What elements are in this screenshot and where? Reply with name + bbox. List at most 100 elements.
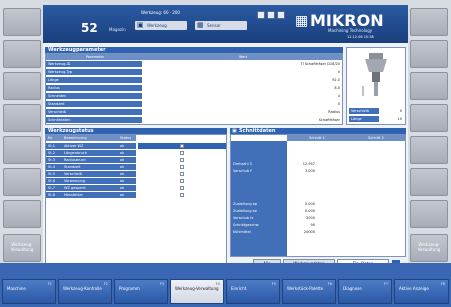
left-softkey-4[interactable]: [3, 104, 41, 132]
schnitt-value[interactable]: 90: [287, 222, 317, 228]
left-softkey-2[interactable]: [3, 40, 41, 68]
right-softkey-8-label: Werkzeug-Verwaltung: [417, 242, 441, 252]
fkey-maschine[interactable]: F1 Maschine: [2, 279, 56, 304]
werkzeugparameter-col-header: Parameter: [46, 54, 142, 60]
right-softkey-1[interactable]: [410, 8, 448, 36]
param-value[interactable]: 4: [142, 93, 342, 99]
fkey-number: F5: [271, 282, 276, 286]
tool-icon: ▣: [137, 21, 144, 29]
werkzeugstatus-table: Nr. Bezeichnung Status St.1 Aktiver WZ o…: [45, 134, 227, 265]
right-softkey-4[interactable]: [410, 104, 448, 132]
left-softkey-6[interactable]: [3, 168, 41, 196]
fkey-werkzeug-verwaltung[interactable]: F4 Werkzeug-Verwaltung: [170, 279, 224, 304]
schnitt-value[interactable]: 0.000: [287, 208, 317, 214]
schnitt-label: Kühlmittel: [231, 229, 287, 235]
close-button[interactable]: [277, 11, 285, 19]
left-softkey-5[interactable]: [3, 136, 41, 164]
toolbar-label-2: Sensor: [207, 23, 221, 28]
toolbar-box-1[interactable]: ▣ Werkzeug: [135, 21, 187, 30]
param-value[interactable]: 0: [142, 101, 342, 107]
param-value[interactable]: 0: [142, 69, 342, 75]
param-value[interactable]: 92.0: [142, 77, 342, 83]
fkey-number: F1: [47, 282, 52, 286]
status-checkbox[interactable]: [180, 179, 184, 183]
param-label: Schnittdaten: [46, 117, 142, 123]
status-row-name: Verschleiß: [62, 171, 118, 177]
fkey-number: F8: [440, 282, 445, 286]
mikron-logo-icon: ▦: [295, 13, 309, 29]
right-softkey-3[interactable]: [410, 72, 448, 100]
status-row-status: ok: [118, 164, 136, 170]
param-value[interactable]: 8.0: [142, 85, 342, 91]
schnitt-label: Schnittgeschw.: [231, 222, 287, 228]
schnitt-value[interactable]: 0.000: [287, 201, 317, 207]
right-softkey-5[interactable]: [410, 136, 448, 164]
status-row-nr: St.3: [46, 157, 62, 163]
fkey-label: Einricht.: [231, 286, 248, 291]
status-row-name: Vorwarnung: [62, 178, 118, 184]
schnitt-label: Zustellung ae: [231, 208, 287, 214]
status-row-name: Radiusbruch: [62, 157, 118, 163]
minimize-button[interactable]: [257, 11, 265, 19]
fkey-einricht[interactable]: F5 Einricht.: [226, 279, 280, 304]
right-softkey-2[interactable]: [410, 40, 448, 68]
fkey-werkstueck-palette[interactable]: F6 Werkstück-Palette: [282, 279, 336, 304]
header-title: Werkzeug: 60 · 200: [141, 10, 180, 15]
status-row-nr: St.7: [46, 185, 62, 191]
fkey-number: F2: [103, 282, 108, 286]
status-row-status: ok: [118, 192, 136, 198]
fkey-programm[interactable]: F3 Programm: [114, 279, 168, 304]
schnitt-value[interactable]: 20000: [287, 229, 317, 235]
status-row-status: ok: [118, 171, 136, 177]
right-softkey-6[interactable]: [410, 168, 448, 196]
extra-value-2[interactable]: 10: [379, 116, 404, 122]
status-checkbox[interactable]: [180, 151, 184, 155]
status-checkbox[interactable]: [180, 158, 184, 162]
fkey-werkzeug-kontrolle[interactable]: F2 Werkzeug-Kontrolle: [58, 279, 112, 304]
schnitt-value[interactable]: 12.957: [287, 161, 317, 167]
werkzeugparameter-col-header: Wert: [142, 54, 342, 60]
fkey-number: F6: [327, 282, 332, 286]
param-value[interactable]: Schaftfräser: [142, 117, 342, 123]
werkzeugparameter-table: Parameter Wert Werkzeug-ID TI Schaftfräs…: [45, 53, 343, 125]
param-value[interactable]: Radius: [142, 109, 342, 115]
schnittdaten-col-header: Schnitt 2: [345, 135, 405, 141]
left-softkey-2-label: [4, 41, 40, 49]
param-label: Standzeit: [46, 101, 142, 107]
magazine-number: 52: [81, 21, 98, 35]
status-checkbox[interactable]: [180, 193, 184, 197]
left-softkey-1[interactable]: [3, 8, 41, 36]
fkey-label: Diagnose: [343, 286, 362, 291]
extra-value-1[interactable]: 0: [379, 108, 404, 114]
left-softkey-3-label: [4, 73, 40, 81]
left-softkey-8[interactable]: Werkzeug-Verwaltung: [3, 234, 41, 262]
schnitt-label: Zustellung ap: [231, 201, 287, 207]
toolbar-label-1: Werkzeug: [147, 23, 167, 28]
right-softkey-3-label: [411, 73, 447, 81]
status-col-header: Status: [118, 135, 136, 141]
status-row-nr: St.4: [46, 164, 62, 170]
status-checkbox[interactable]: [180, 186, 184, 190]
status-row-name: Standzeit: [62, 164, 118, 170]
right-softkey-7-label: [411, 201, 447, 209]
left-softkey-7[interactable]: [3, 200, 41, 228]
status-checkbox[interactable]: [180, 172, 184, 176]
status-checkbox[interactable]: [180, 165, 184, 169]
status-row-status: ok: [118, 178, 136, 184]
extra-label-1: Verschleiß: [349, 108, 379, 114]
header-bar: Werkzeug: 60 · 200 52 Magazin ▣ Werkzeug…: [43, 5, 408, 43]
fkey-aktive-anzeige[interactable]: F8 Aktive Anzeige: [394, 279, 449, 304]
fkey-diagnose[interactable]: F7 Diagnose: [338, 279, 392, 304]
param-value[interactable]: TI Schaftfräser D16/20: [142, 61, 342, 67]
toolbar-box-2[interactable]: ▦ Sensor: [195, 21, 247, 30]
status-checkbox[interactable]: [180, 144, 184, 148]
magazine-label: Magazin: [109, 27, 126, 32]
right-softkey-7[interactable]: [410, 200, 448, 228]
left-softkey-3[interactable]: [3, 72, 41, 100]
right-softkey-8[interactable]: Werkzeug-Verwaltung: [410, 234, 448, 262]
restore-button[interactable]: [267, 11, 275, 19]
schnitt-value[interactable]: 2000: [287, 215, 317, 221]
left-softkey-6-label: [4, 169, 40, 177]
schnitt-value[interactable]: 3.000: [287, 168, 317, 174]
status-row-name: Messfehler: [62, 192, 118, 198]
